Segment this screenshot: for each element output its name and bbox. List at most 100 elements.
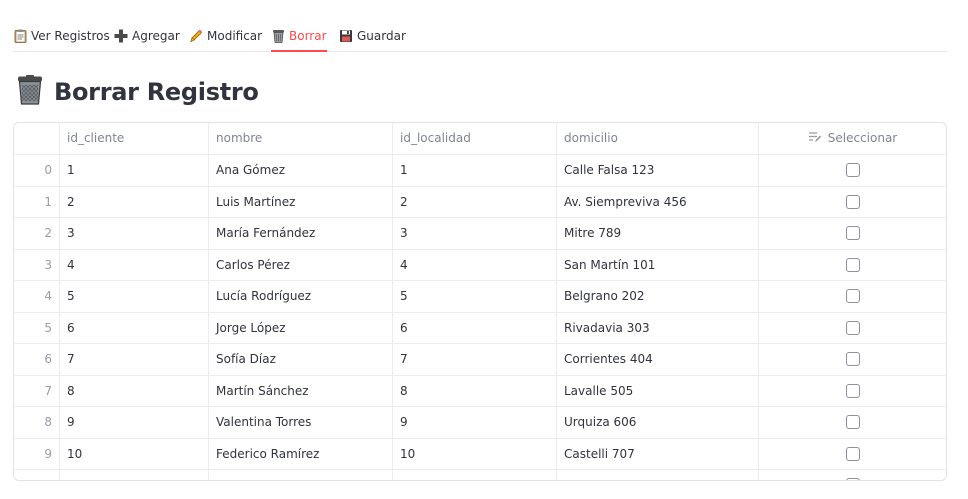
- tab-modificar[interactable]: Modificar: [189, 20, 262, 51]
- cell-nombre[interactable]: Lucía Rodríguez: [209, 281, 393, 312]
- row-index: [14, 470, 60, 480]
- cell-domicilio[interactable]: Urquiza 606: [557, 407, 759, 438]
- tab-ver-registros[interactable]: Ver Registros: [13, 20, 110, 51]
- cell-nombre[interactable]: Jorge López: [209, 312, 393, 343]
- table-row[interactable]: 8 9 Valentina Torres 9 Urquiza 606: [14, 407, 946, 439]
- cell-id-localidad[interactable]: 5: [393, 281, 557, 312]
- select-checkbox[interactable]: [845, 289, 860, 304]
- cell-nombre[interactable]: Luis Martínez: [209, 186, 393, 217]
- select-checkbox[interactable]: [845, 163, 860, 178]
- pencil-icon: [189, 29, 203, 43]
- cell-nombre[interactable]: Valentina Torres: [209, 407, 393, 438]
- cell-nombre[interactable]: Martín Sánchez: [209, 375, 393, 406]
- cell-id-localidad[interactable]: 7: [393, 344, 557, 375]
- table-row-partial[interactable]: [14, 470, 946, 480]
- select-checkbox[interactable]: [845, 446, 860, 461]
- cell-id-localidad[interactable]: 9: [393, 407, 557, 438]
- cell-domicilio[interactable]: Castelli 707: [557, 438, 759, 469]
- cell-domicilio[interactable]: Corrientes 404: [557, 344, 759, 375]
- table-row[interactable]: 2 3 María Fernández 3 Mitre 789: [14, 218, 946, 250]
- cell-id-localidad[interactable]: 8: [393, 375, 557, 406]
- row-index: 4: [14, 281, 60, 312]
- cell-domicilio[interactable]: Calle Falsa 123: [557, 155, 759, 186]
- table-row[interactable]: 3 4 Carlos Pérez 4 San Martín 101: [14, 249, 946, 281]
- column-header-id-cliente[interactable]: id_cliente: [60, 123, 209, 154]
- column-header-id-localidad[interactable]: id_localidad: [393, 123, 557, 154]
- tab-label: Guardar: [357, 28, 406, 43]
- cell-nombre[interactable]: Ana Gómez: [209, 155, 393, 186]
- column-header-nombre[interactable]: nombre: [209, 123, 393, 154]
- cell-nombre[interactable]: [209, 470, 393, 480]
- cell-domicilio[interactable]: Lavalle 505: [557, 375, 759, 406]
- table-row[interactable]: 1 2 Luis Martínez 2 Av. Siempreviva 456: [14, 186, 946, 218]
- cell-id-cliente[interactable]: [60, 470, 209, 480]
- select-checkbox[interactable]: [845, 415, 860, 430]
- column-header-domicilio[interactable]: domicilio: [557, 123, 759, 154]
- select-checkbox[interactable]: [845, 383, 860, 398]
- cell-domicilio[interactable]: Belgrano 202: [557, 281, 759, 312]
- cell-seleccionar[interactable]: [759, 439, 946, 470]
- table-row[interactable]: 7 8 Martín Sánchez 8 Lavalle 505: [14, 375, 946, 407]
- cell-seleccionar[interactable]: [759, 155, 946, 186]
- select-checkbox[interactable]: [845, 320, 860, 335]
- cell-id-localidad[interactable]: [393, 470, 557, 480]
- cell-seleccionar[interactable]: [759, 407, 946, 438]
- cell-id-cliente[interactable]: 1: [60, 155, 209, 186]
- select-checkbox[interactable]: [845, 226, 860, 241]
- cell-seleccionar[interactable]: [759, 187, 946, 218]
- cell-id-cliente[interactable]: 3: [60, 218, 209, 249]
- table-row[interactable]: 9 10 Federico Ramírez 10 Castelli 707: [14, 438, 946, 470]
- select-checkbox[interactable]: [845, 257, 860, 272]
- cell-id-cliente[interactable]: 9: [60, 407, 209, 438]
- cell-id-cliente[interactable]: 4: [60, 249, 209, 280]
- cell-id-cliente[interactable]: 5: [60, 281, 209, 312]
- cell-id-cliente[interactable]: 2: [60, 186, 209, 217]
- tab-guardar[interactable]: Guardar: [339, 20, 406, 51]
- cell-nombre[interactable]: Carlos Pérez: [209, 249, 393, 280]
- cell-domicilio[interactable]: Av. Siempreviva 456: [557, 186, 759, 217]
- cell-seleccionar[interactable]: [759, 470, 946, 480]
- cell-seleccionar[interactable]: [759, 250, 946, 281]
- cell-seleccionar[interactable]: [759, 313, 946, 344]
- cell-id-cliente[interactable]: 10: [60, 438, 209, 469]
- cell-domicilio[interactable]: San Martín 101: [557, 249, 759, 280]
- table-header-row: id_cliente nombre id_localidad domicilio…: [14, 123, 946, 155]
- column-header-seleccionar[interactable]: Seleccionar: [759, 123, 946, 154]
- cell-nombre[interactable]: María Fernández: [209, 218, 393, 249]
- row-index: 1: [14, 186, 60, 217]
- cell-id-localidad[interactable]: 3: [393, 218, 557, 249]
- cell-seleccionar[interactable]: [759, 218, 946, 249]
- cell-nombre[interactable]: Federico Ramírez: [209, 438, 393, 469]
- tab-agregar[interactable]: Agregar: [114, 20, 180, 51]
- cell-id-localidad[interactable]: 6: [393, 312, 557, 343]
- page-title: Borrar Registro: [16, 74, 259, 110]
- cell-nombre[interactable]: Sofía Díaz: [209, 344, 393, 375]
- select-checkbox[interactable]: [845, 194, 860, 209]
- cell-id-cliente[interactable]: 6: [60, 312, 209, 343]
- table-row[interactable]: 0 1 Ana Gómez 1 Calle Falsa 123: [14, 155, 946, 187]
- select-checkbox[interactable]: [845, 478, 860, 480]
- cell-id-localidad[interactable]: 1: [393, 155, 557, 186]
- cell-id-localidad[interactable]: 10: [393, 438, 557, 469]
- select-checkbox[interactable]: [845, 352, 860, 367]
- row-index: 0: [14, 155, 60, 186]
- cell-seleccionar[interactable]: [759, 376, 946, 407]
- cell-seleccionar[interactable]: [759, 281, 946, 312]
- table-row[interactable]: 5 6 Jorge López 6 Rivadavia 303: [14, 312, 946, 344]
- trash-icon: [271, 29, 285, 43]
- row-index: 5: [14, 312, 60, 343]
- plus-icon: [114, 29, 128, 43]
- cell-domicilio[interactable]: Rivadavia 303: [557, 312, 759, 343]
- cell-id-cliente[interactable]: 7: [60, 344, 209, 375]
- table-row[interactable]: 6 7 Sofía Díaz 7 Corrientes 404: [14, 344, 946, 376]
- row-index: 6: [14, 344, 60, 375]
- cell-id-cliente[interactable]: 8: [60, 375, 209, 406]
- tab-borrar[interactable]: Borrar: [271, 20, 327, 52]
- cell-seleccionar[interactable]: [759, 344, 946, 375]
- cell-id-localidad[interactable]: 4: [393, 249, 557, 280]
- cell-domicilio[interactable]: Mitre 789: [557, 218, 759, 249]
- table-row[interactable]: 4 5 Lucía Rodríguez 5 Belgrano 202: [14, 281, 946, 313]
- cell-domicilio[interactable]: [557, 470, 759, 480]
- cell-id-localidad[interactable]: 2: [393, 186, 557, 217]
- row-index: 9: [14, 438, 60, 469]
